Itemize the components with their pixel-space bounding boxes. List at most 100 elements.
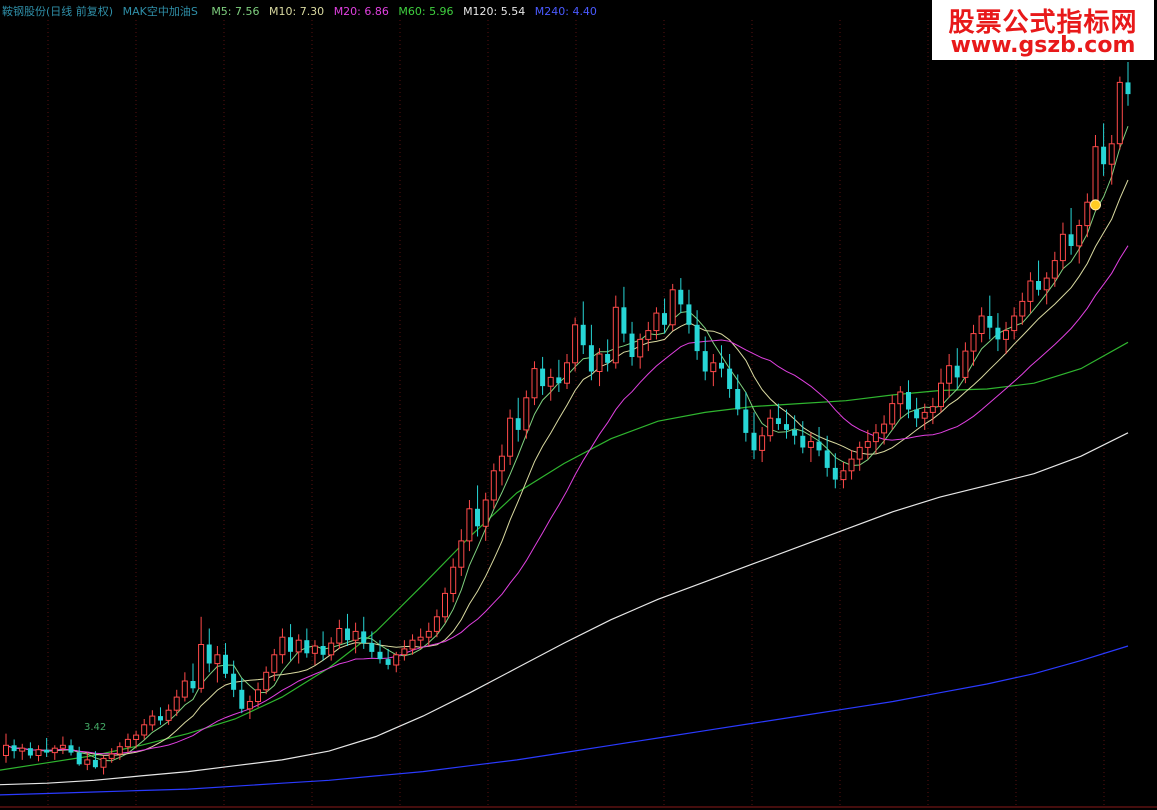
candle-body-down bbox=[580, 324, 586, 346]
candle-body-up bbox=[214, 654, 221, 665]
candle-body-up bbox=[1027, 280, 1034, 302]
candle-body-down bbox=[206, 644, 212, 664]
candle-body-up bbox=[1019, 300, 1026, 317]
candle-body-down bbox=[605, 354, 611, 363]
legend-m5: M5: 7.56 bbox=[211, 5, 260, 18]
candle-body-up bbox=[417, 636, 424, 641]
candle-body-up bbox=[498, 455, 505, 472]
candle-body-down bbox=[320, 646, 326, 655]
candle-body-down bbox=[377, 651, 383, 660]
candle-body-up bbox=[442, 592, 448, 618]
candle-body-up bbox=[523, 397, 530, 431]
candle-body-down bbox=[987, 316, 993, 328]
candle-body-down bbox=[735, 389, 741, 410]
candle-body-up bbox=[108, 753, 115, 759]
candle-body-down bbox=[832, 467, 838, 480]
candle-body-down bbox=[540, 368, 546, 387]
candle-body-up bbox=[409, 639, 416, 650]
candle-body-down bbox=[304, 640, 310, 654]
watermark-logo: 股票公式指标网 www.gszb.com bbox=[932, 0, 1154, 60]
candle-body-down bbox=[68, 745, 74, 753]
candle-body-down bbox=[1125, 82, 1131, 95]
candle-body-down bbox=[995, 327, 1001, 340]
indicator-name: MAK空中加油S bbox=[122, 5, 198, 18]
candle-body-down bbox=[288, 637, 293, 652]
candle-body-up bbox=[637, 338, 644, 358]
candle-body-down bbox=[751, 432, 757, 451]
candle-body-down bbox=[11, 745, 17, 752]
candle-body-up bbox=[255, 689, 261, 702]
candle-body-up bbox=[897, 391, 904, 405]
candle-body-down bbox=[954, 365, 960, 378]
legend-m120: M120: 5.54 bbox=[463, 5, 526, 18]
candle-body-down bbox=[223, 654, 228, 674]
candle-body-up bbox=[881, 423, 888, 434]
candle-body-up bbox=[645, 330, 652, 340]
candle-body-up bbox=[352, 630, 359, 641]
candle-body-up bbox=[181, 680, 188, 698]
candlestick-chart bbox=[0, 0, 1157, 810]
signal-marker-icon bbox=[1090, 199, 1101, 211]
candle-body-up bbox=[1059, 233, 1066, 262]
candle-body-down bbox=[92, 759, 98, 768]
candle-body-up bbox=[401, 648, 408, 656]
candle-body-up bbox=[133, 734, 140, 740]
legend-m60: M60: 5.96 bbox=[398, 5, 454, 18]
candle-body-up bbox=[856, 446, 863, 460]
candle-body-up bbox=[482, 499, 489, 527]
candle-body-down bbox=[1036, 281, 1041, 290]
candle-body-up bbox=[596, 353, 603, 372]
candle-body-up bbox=[433, 616, 440, 632]
candle-body-down bbox=[44, 749, 50, 753]
candle-body-up bbox=[59, 744, 66, 749]
candle-body-up bbox=[1092, 146, 1099, 203]
candle-body-up bbox=[1051, 260, 1058, 279]
candle-body-up bbox=[450, 566, 457, 595]
candle bbox=[669, 283, 676, 331]
candle-body-down bbox=[694, 324, 700, 352]
candle bbox=[1116, 76, 1123, 150]
legend-m20: M20: 6.86 bbox=[333, 5, 389, 18]
candle-body-up bbox=[328, 642, 335, 656]
legend-m10: M10: 7.30 bbox=[269, 5, 325, 18]
candle-body-down bbox=[816, 441, 822, 451]
candle-body-down bbox=[621, 307, 627, 334]
candle-body-down bbox=[743, 409, 749, 433]
candle-body-up bbox=[393, 654, 400, 666]
candle-body-up bbox=[653, 312, 660, 332]
candle-body-up bbox=[198, 644, 205, 689]
candle-body-up bbox=[564, 362, 570, 384]
candle-body-down bbox=[906, 392, 911, 410]
candle-body-down bbox=[727, 368, 733, 389]
candle-body-up bbox=[141, 724, 148, 736]
candle-body-down bbox=[515, 418, 521, 430]
candle-body-up bbox=[84, 759, 91, 765]
candle-body-down bbox=[1101, 146, 1107, 165]
candle-body-up bbox=[1116, 81, 1123, 145]
candle-body-up bbox=[173, 696, 180, 711]
candle-body-up bbox=[490, 470, 497, 501]
candle-body-down bbox=[1068, 234, 1074, 246]
candle bbox=[507, 409, 514, 465]
candle-body-down bbox=[588, 345, 594, 372]
candle-body-up bbox=[1043, 277, 1050, 291]
candle-body-down bbox=[27, 748, 33, 756]
candle-body-up bbox=[19, 747, 26, 752]
candle-body-up bbox=[889, 403, 896, 425]
candle-body-up bbox=[970, 333, 977, 352]
candle-body-up bbox=[1108, 143, 1115, 165]
candle-body-down bbox=[784, 424, 789, 430]
candle-body-down bbox=[231, 673, 237, 690]
candle-body-up bbox=[246, 701, 253, 710]
candle-body-down bbox=[662, 313, 667, 325]
candle-body-down bbox=[824, 450, 830, 468]
candle-body-up bbox=[929, 406, 936, 413]
candle-body-down bbox=[239, 689, 245, 709]
candle-body-up bbox=[848, 458, 855, 472]
candle-body-up bbox=[807, 441, 814, 448]
candle-body-up bbox=[921, 411, 928, 419]
candle-body-down bbox=[158, 716, 163, 721]
candle-body-up bbox=[946, 365, 953, 384]
candle-body-up bbox=[1003, 330, 1009, 340]
candle-body-up bbox=[978, 315, 985, 334]
